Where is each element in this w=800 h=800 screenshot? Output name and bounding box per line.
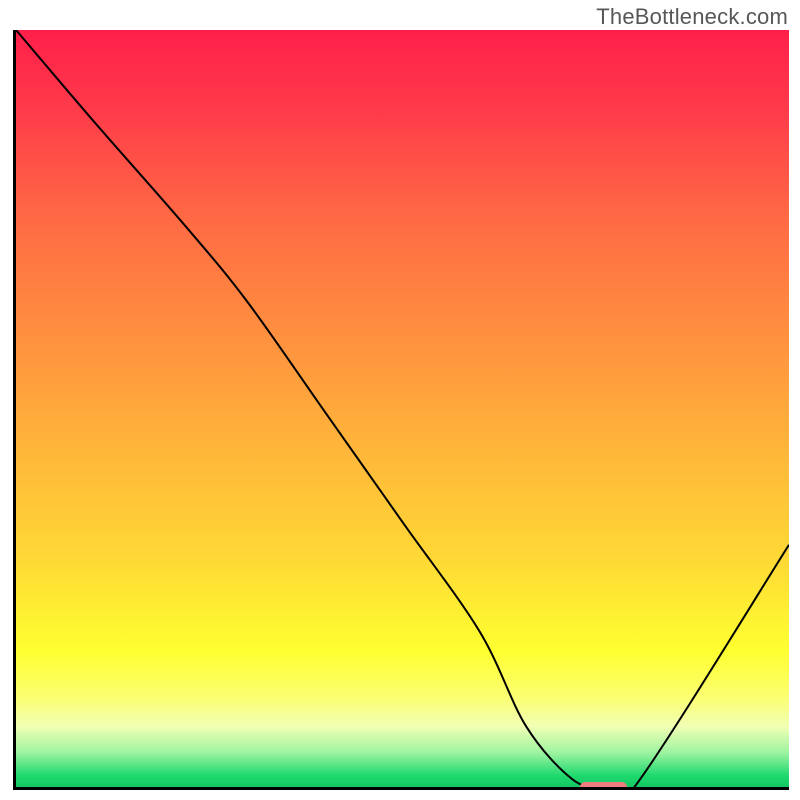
curve-layer [16,30,789,787]
watermark-label: TheBottleneck.com [596,4,788,30]
chart-plot-area [13,30,789,790]
bottleneck-curve [16,30,789,787]
optimal-range-marker [580,782,626,790]
